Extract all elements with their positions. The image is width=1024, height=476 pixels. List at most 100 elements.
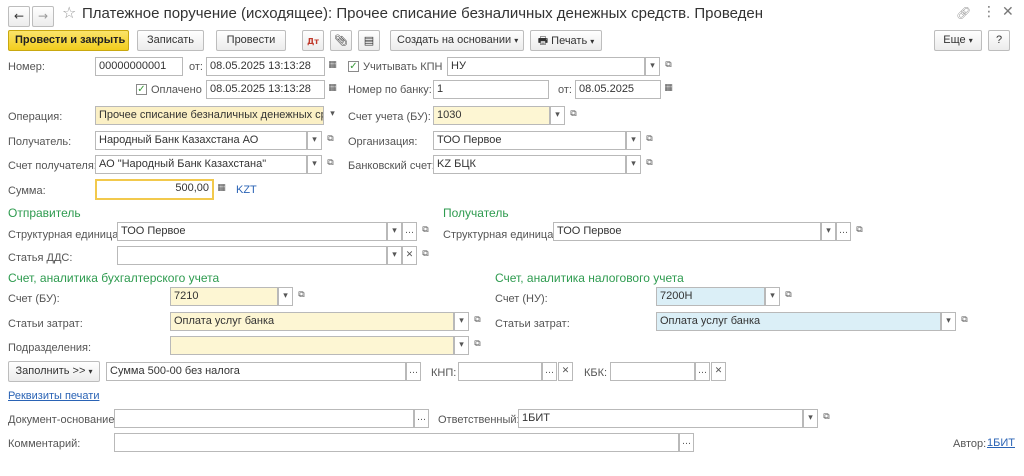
- organization-dropdown[interactable]: ▾: [626, 131, 641, 150]
- tax-account-open-icon[interactable]: ⧉: [781, 287, 796, 306]
- recipient-account-dropdown[interactable]: ▾: [307, 155, 322, 174]
- recipient-field[interactable]: Народный Банк Казахстана АО: [95, 131, 307, 150]
- account-bu-label: Счет учета (БУ):: [348, 111, 431, 123]
- sender-unit-open-icon[interactable]: ⧉: [418, 222, 433, 241]
- calendar-icon[interactable]: ▦: [661, 80, 676, 99]
- print-details-link[interactable]: Реквизиты печати: [8, 390, 99, 402]
- kpn-field[interactable]: НУ: [447, 57, 645, 76]
- paid-date-field[interactable]: 08.05.2025 13:13:28: [206, 80, 325, 99]
- forward-button[interactable]: →: [32, 6, 54, 27]
- bank-account-dropdown[interactable]: ▾: [626, 155, 641, 174]
- kpn-checkbox[interactable]: ✓: [348, 61, 359, 72]
- author-link[interactable]: 1БИТ: [987, 437, 1015, 449]
- currency-link[interactable]: KZT: [236, 184, 257, 196]
- kbk-field[interactable]: [610, 362, 695, 381]
- help-button[interactable]: ?: [988, 30, 1010, 51]
- dds-clear-icon[interactable]: ✕: [402, 246, 417, 265]
- comment-select[interactable]: …: [679, 433, 694, 452]
- receiver-unit-dropdown[interactable]: ▾: [821, 222, 836, 241]
- purpose-select[interactable]: …: [406, 362, 421, 381]
- kbk-clear-icon[interactable]: ✕: [711, 362, 726, 381]
- base-doc-field[interactable]: [114, 409, 414, 428]
- responsible-field[interactable]: 1БИТ: [518, 409, 803, 428]
- save-button[interactable]: Записать: [137, 30, 204, 51]
- sender-unit-field[interactable]: ТОО Первое: [117, 222, 387, 241]
- date-label: от:: [189, 61, 203, 73]
- tax-expense-open-icon[interactable]: ⧉: [957, 312, 972, 331]
- accounting-account-label: Счет (БУ):: [8, 293, 60, 305]
- paid-checkbox[interactable]: ✓: [136, 84, 147, 95]
- bank-account-field[interactable]: KZ БЦК: [433, 155, 626, 174]
- knp-clear-icon[interactable]: ✕: [558, 362, 573, 381]
- post-and-close-button[interactable]: Провести и закрыть: [8, 30, 129, 51]
- knp-field[interactable]: [458, 362, 542, 381]
- dept-dropdown[interactable]: ▾: [454, 336, 469, 355]
- tax-account-field[interactable]: 7200Н: [656, 287, 765, 306]
- sender-unit-select[interactable]: …: [402, 222, 417, 241]
- fill-button[interactable]: Заполнить >> ▾: [8, 361, 100, 382]
- amount-field[interactable]: 500,00: [95, 179, 214, 200]
- dept-open-icon[interactable]: ⧉: [470, 336, 485, 355]
- accounting-expense-dropdown[interactable]: ▾: [454, 312, 469, 331]
- knp-select[interactable]: …: [542, 362, 557, 381]
- organization-field[interactable]: ТОО Первое: [433, 131, 626, 150]
- star-outline-icon[interactable]: ☆: [62, 3, 76, 22]
- operation-field[interactable]: Прочее списание безналичных денежных сре…: [95, 106, 324, 125]
- post-button[interactable]: Провести: [216, 30, 286, 51]
- receiver-unit-open-icon[interactable]: ⧉: [852, 222, 867, 241]
- accounting-account-dropdown[interactable]: ▾: [278, 287, 293, 306]
- back-button[interactable]: ←: [8, 6, 30, 27]
- tax-expense-field[interactable]: Оплата услуг банка: [656, 312, 941, 331]
- accounting-account-field[interactable]: 7210: [170, 287, 278, 306]
- more-button[interactable]: Еще ▾: [934, 30, 982, 51]
- calculator-icon[interactable]: ▦: [214, 180, 229, 199]
- receiver-unit-field[interactable]: ТОО Первое: [553, 222, 821, 241]
- attach-button[interactable]: 📎︎: [330, 30, 352, 51]
- account-bu-open-icon[interactable]: ⧉: [566, 106, 581, 125]
- tax-account-dropdown[interactable]: ▾: [765, 287, 780, 306]
- knp-label: КНП:: [431, 367, 457, 379]
- receiver-heading: Получатель: [443, 206, 509, 220]
- bank-date-field[interactable]: 08.05.2025: [575, 80, 661, 99]
- accounting-expense-field[interactable]: Оплата услуг банка: [170, 312, 454, 331]
- calendar-icon[interactable]: ▦: [325, 80, 340, 99]
- dt-kt-button[interactable]: Дт: [302, 30, 324, 51]
- account-bu-field[interactable]: 1030: [433, 106, 550, 125]
- dds-dropdown[interactable]: ▾: [387, 246, 402, 265]
- print-button[interactable]: 🖶︎ Печать ▾: [530, 30, 602, 51]
- dept-field[interactable]: [170, 336, 454, 355]
- kpn-open-icon[interactable]: ⧉: [661, 57, 676, 76]
- base-doc-select[interactable]: …: [414, 409, 429, 428]
- number-field[interactable]: 00000000001: [95, 57, 183, 76]
- bank-number-field[interactable]: 1: [433, 80, 549, 99]
- close-icon[interactable]: ✕: [1002, 4, 1014, 20]
- create-based-button[interactable]: Создать на основании ▾: [390, 30, 524, 51]
- responsible-dropdown[interactable]: ▾: [803, 409, 818, 428]
- dds-open-icon[interactable]: ⧉: [418, 246, 433, 265]
- date-field[interactable]: 08.05.2025 13:13:28: [206, 57, 325, 76]
- calendar-icon[interactable]: ▦: [325, 57, 340, 76]
- recipient-account-field[interactable]: АО "Народный Банк Казахстана": [95, 155, 307, 174]
- bank-account-open-icon[interactable]: ⧉: [642, 155, 657, 174]
- recipient-open-icon[interactable]: ⧉: [323, 131, 338, 150]
- organization-open-icon[interactable]: ⧉: [642, 131, 657, 150]
- kpn-dropdown[interactable]: ▾: [645, 57, 660, 76]
- recipient-dropdown[interactable]: ▾: [307, 131, 322, 150]
- purpose-field[interactable]: Сумма 500-00 без налога: [106, 362, 406, 381]
- structure-button[interactable]: ▤: [358, 30, 380, 51]
- accounting-expense-open-icon[interactable]: ⧉: [470, 312, 485, 331]
- accounting-account-open-icon[interactable]: ⧉: [294, 287, 309, 306]
- sender-unit-dropdown[interactable]: ▾: [387, 222, 402, 241]
- kbk-select[interactable]: …: [695, 362, 710, 381]
- operation-dropdown[interactable]: ▾: [325, 106, 340, 125]
- link-icon[interactable]: 🔗︎: [956, 6, 971, 20]
- vertical-dots-icon[interactable]: ⋮: [982, 4, 996, 20]
- receiver-unit-select[interactable]: …: [836, 222, 851, 241]
- bank-date-label: от:: [558, 84, 572, 96]
- comment-field[interactable]: [114, 433, 679, 452]
- recipient-account-open-icon[interactable]: ⧉: [323, 155, 338, 174]
- dds-field[interactable]: [117, 246, 387, 265]
- tax-expense-dropdown[interactable]: ▾: [941, 312, 956, 331]
- account-bu-dropdown[interactable]: ▾: [550, 106, 565, 125]
- responsible-open-icon[interactable]: ⧉: [819, 409, 834, 428]
